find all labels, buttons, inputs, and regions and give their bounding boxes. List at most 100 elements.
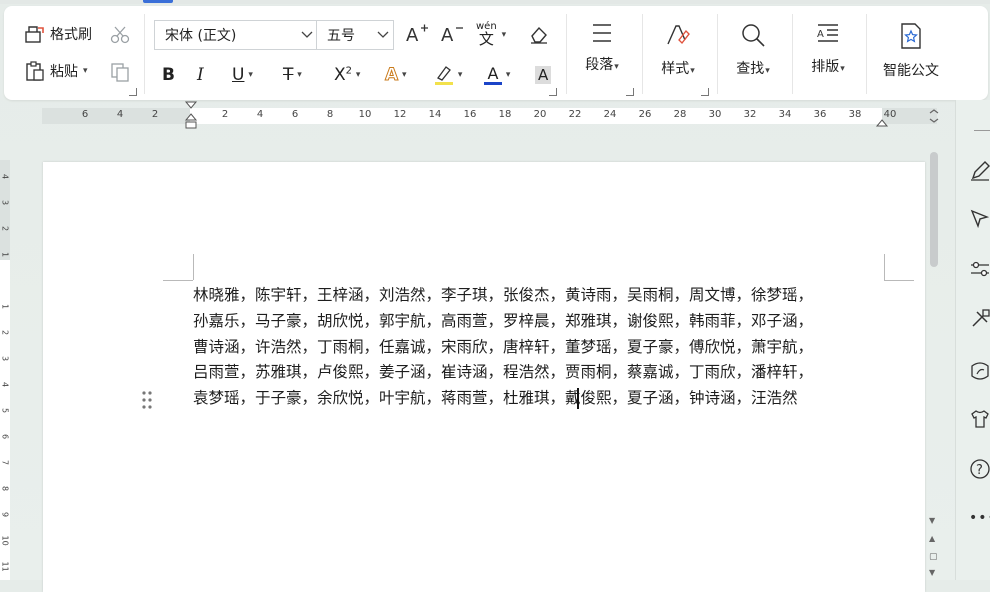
smart-document-button[interactable]: 智能公文 (876, 22, 946, 80)
ruler-tick-label: 36 (813, 109, 827, 120)
prev-page-icon[interactable]: ▲ (929, 534, 935, 543)
document-body[interactable]: 林晓雅，陈宇轩，王梓涵，刘浩然，李子琪，张俊杰，黄诗雨，吴雨桐，周文博，徐梦瑶，… (193, 283, 893, 412)
right-sidebar: ? ••• (955, 100, 990, 580)
char-shading-button[interactable]: A (535, 62, 552, 88)
vertical-ruler[interactable]: 4 3 2 1 1 2 3 4 5 6 7 8 9 10 11 (0, 160, 10, 580)
font-name-value: 宋体 (正文) (165, 28, 237, 44)
format-painter-button[interactable]: 格式刷 (24, 24, 92, 44)
layout-icon: A (815, 22, 841, 46)
copy-icon (109, 61, 131, 83)
clipboard-icon (24, 60, 46, 82)
ruler-tick-label: 18 (498, 109, 512, 120)
tools-icon[interactable] (969, 308, 990, 330)
font-name-select[interactable]: 宋体 (正文) (154, 20, 318, 50)
sidebar-divider (974, 130, 990, 131)
pinyin-icon: wén 文 (476, 21, 497, 48)
theme-icon[interactable] (969, 360, 990, 382)
text-effect-button[interactable]: A ▾ (384, 62, 407, 88)
styles-button[interactable]: 样式▾ (643, 22, 713, 78)
clear-format-button[interactable] (528, 24, 550, 44)
caret-icon: ▾ (353, 70, 361, 80)
ruler-tick-label: 30 (708, 109, 722, 120)
copy-button[interactable] (109, 61, 131, 83)
scroll-down-arrow-icon[interactable]: ▼ (929, 516, 935, 525)
styles-label: 样式▾ (661, 61, 695, 77)
char-shading-icon: A (535, 66, 552, 84)
superscript-button[interactable]: X2 ▾ (334, 62, 360, 88)
ruler-tick-label: 12 (393, 109, 407, 120)
help-icon[interactable]: ? (969, 458, 990, 480)
vruler-tick-label: 3 (0, 199, 10, 206)
ruler-tick-label: 4 (256, 109, 264, 120)
vruler-tick-label: 11 (0, 561, 10, 572)
ruler-tick-label: 34 (778, 109, 792, 120)
vruler-tick-label: 10 (0, 535, 10, 546)
clipboard-dialog-launcher[interactable] (129, 88, 137, 96)
caret-icon: ▾ (501, 29, 507, 40)
find-button[interactable]: 查找▾ (718, 22, 788, 78)
ruler-tick-label: 8 (326, 109, 334, 120)
svg-text:A: A (406, 25, 419, 44)
strikethrough-button[interactable]: T ▾ (283, 62, 302, 88)
grow-font-button[interactable]: A (405, 22, 429, 44)
chevron-down-icon (297, 31, 317, 39)
font-color-button[interactable]: A ▾ (484, 62, 510, 88)
underline-button[interactable]: U ▾ (232, 62, 253, 88)
next-page-icon[interactable]: ▼ (929, 568, 935, 577)
group-separator (144, 14, 145, 94)
paragraph-label: 段落▾ (585, 57, 619, 73)
vruler-tick-label: 2 (0, 329, 10, 336)
browse-object-icon[interactable]: ▢ (929, 552, 938, 562)
active-tab-indicator (143, 0, 173, 3)
adjust-sliders-icon[interactable] (969, 258, 990, 280)
font-increase-icon: A (405, 22, 429, 44)
vruler-tick-label: 1 (0, 251, 10, 258)
paragraph-button[interactable]: 段落▾ (567, 22, 637, 74)
ruler-tick-label: 38 (848, 109, 862, 120)
svg-text:A: A (441, 25, 454, 44)
font-size-select[interactable]: 五号 (316, 20, 394, 50)
margin-corner-mark (884, 254, 885, 280)
font-dialog-launcher[interactable] (549, 88, 557, 96)
horizontal-ruler[interactable]: 6 4 2 2 4 6 8 10 12 14 16 18 20 22 24 26 28 30 32 34 36 38 40 (42, 101, 937, 129)
styles-dialog-launcher[interactable] (701, 88, 709, 96)
text-line: 林晓雅，陈宇轩，王梓涵，刘浩然，李子琪，张俊杰，黄诗雨，吴雨桐，周文博，徐梦瑶， (193, 286, 814, 304)
shirt-icon[interactable] (969, 408, 990, 430)
ribbon-toolbar: 格式刷 粘贴 ▾ 宋体 (正文) 五号 A A wén 文 ▾ B I U ▾ … (4, 6, 988, 100)
edit-pen-icon[interactable] (969, 160, 990, 182)
paragraph-dialog-launcher[interactable] (626, 88, 634, 96)
ruler-toggle-icon[interactable] (927, 108, 941, 128)
more-icon[interactable]: ••• (969, 510, 990, 532)
phonetic-guide-button[interactable]: wén 文 ▾ (476, 22, 506, 47)
highlight-button[interactable]: ▾ (434, 62, 462, 88)
chevron-down-icon (373, 31, 393, 39)
shrink-font-button[interactable]: A (440, 22, 464, 44)
paragraph-drag-handle[interactable] (142, 391, 152, 413)
italic-icon: I (197, 65, 204, 85)
paste-dropdown-icon[interactable]: ▾ (83, 66, 88, 76)
scrollbar-thumb[interactable] (930, 152, 938, 267)
layout-button[interactable]: A 排版▾ (793, 22, 863, 76)
margin-corner-mark (884, 280, 914, 281)
ruler-tick-label: 22 (568, 109, 582, 120)
caret-icon: ▾ (294, 70, 302, 80)
format-painter-label: 格式刷 (50, 27, 92, 43)
cut-button[interactable] (109, 25, 131, 45)
bold-button[interactable]: B (162, 62, 175, 88)
right-indent-marker[interactable] (875, 114, 889, 133)
paste-button[interactable]: 粘贴 ▾ (24, 60, 88, 82)
font-size-value: 五号 (327, 28, 355, 44)
text-line: 袁梦瑶，于子豪，余欣悦，叶宇航，蒋雨萱，杜雅琪，戴俊熙，夏子涵，钟诗涵，汪浩然 (193, 389, 798, 408)
underline-icon: U (232, 65, 245, 85)
first-line-indent-marker[interactable] (184, 100, 198, 134)
eraser-icon (528, 24, 550, 44)
bold-icon: B (162, 65, 175, 85)
caret-icon: ▾ (399, 70, 407, 80)
ruler-tick-label: 24 (603, 109, 617, 120)
superscript-icon: X2 (334, 65, 353, 85)
styles-brush-icon (665, 22, 691, 48)
select-cursor-icon[interactable] (969, 208, 990, 230)
italic-button[interactable]: I (197, 62, 204, 88)
text-cursor (577, 388, 579, 409)
vertical-scrollbar[interactable]: ▼ ▲ ▢ ▼ (928, 146, 940, 580)
